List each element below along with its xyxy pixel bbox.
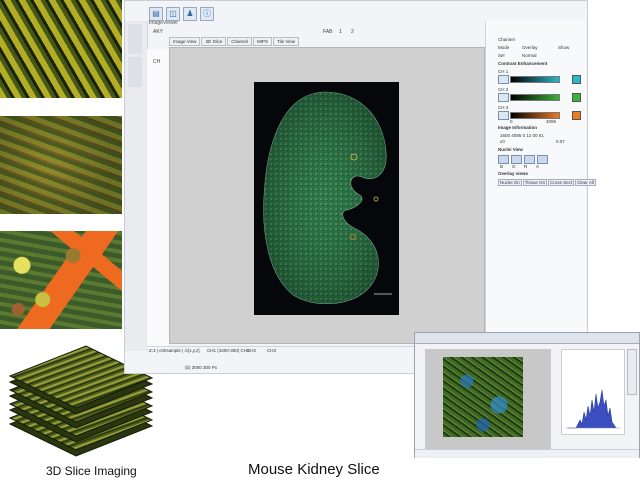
top-toolbar: ▤ ◫ ♟ ⓘ [149,7,214,21]
histogram-area [568,389,617,429]
tab-aky[interactable]: AKY [153,29,163,35]
image-info-title: Image Information [498,125,538,130]
status-sub: (b) 3000 300 Px [185,365,218,370]
tab-mips[interactable]: MIPS [252,37,272,46]
ch3-label: CH 3 [498,105,509,110]
save-icon[interactable]: ◫ [166,7,180,21]
inset-titlebar [415,333,639,344]
ch1-gradient-slider[interactable] [510,76,560,83]
contrast-title: Contrast Enhancement [498,61,548,66]
microscopy-thumbnail-3 [0,231,122,329]
palette-button[interactable] [537,155,548,164]
cross-sect-button[interactable]: Cross Sect [548,179,575,186]
tab-1[interactable]: 1 [339,29,342,35]
nuclei-view-title: Nuclei View [498,147,523,152]
right-panel: Channel Mode Overlay Sel Normal Show Con… [485,21,596,353]
palette-r: R [524,164,528,169]
ch3-visibility-button[interactable] [498,111,509,120]
sel-label: Sel [498,53,505,58]
ch2-visibility-button[interactable] [498,93,509,102]
inset-tissue-image [443,357,523,437]
image-info-scale: 0.07 [556,139,565,144]
app-window: ▤ ◫ ♟ ⓘ ImageViewer AKY FAB 1 2 CH Image… [124,0,596,374]
overlay-title: Overlay views [498,171,529,176]
rail-block [128,57,142,87]
tab-channel[interactable]: Channel [227,37,252,46]
overlay-buttons: Nuclei On Tissue On Cross Sect Clear All [498,179,596,186]
range-low-value: 0 [510,119,513,124]
rail-block [128,24,142,54]
display-section-title: Channel [498,37,515,42]
kidney-shading [263,92,387,304]
ch2-color-swatch[interactable] [572,93,581,102]
tab-fab[interactable]: FAB [323,29,332,35]
ch3-gradient-slider[interactable] [510,112,560,119]
channel-label: CH [153,59,161,65]
tab-tile-view[interactable]: Tile View [272,37,299,46]
kidney-slice [263,91,392,304]
range-high-value: 4095 [546,119,557,124]
ch2-gradient-slider[interactable] [510,94,560,101]
palette-button[interactable] [524,155,535,164]
caption-3d-slice: 3D Slice Imaging [46,464,137,478]
ch3-color-swatch[interactable] [572,111,581,120]
user-icon[interactable]: ♟ [183,7,197,21]
image-canvas[interactable] [169,47,485,344]
inset-screenshot [414,332,640,458]
ch1-color-swatch[interactable] [572,75,581,84]
microscopy-thumbnail-1 [0,0,122,98]
palette-button[interactable] [511,155,522,164]
inset-canvas [425,349,551,449]
info-icon[interactable]: ⓘ [200,7,214,21]
inset-histogram [561,349,625,435]
tissue-on-button[interactable]: Tissue On [522,179,548,186]
tab-2[interactable]: 2 [351,29,354,35]
open-folder-icon[interactable]: ▤ [149,7,163,21]
clear-all-button[interactable]: Clear All [575,179,596,186]
palette-button[interactable] [498,155,509,164]
palette-a: A [536,164,540,169]
ch2-label: CH 2 [498,87,509,92]
left-rail [125,21,148,351]
window-title: ImageViewer [149,20,179,26]
palette-b: B [500,164,504,169]
mode-label: Mode [498,45,510,50]
image-info-line: 1600 4095 0 12 00 01 [500,133,544,138]
ch1-label: CH 1 [498,69,509,74]
microscopy-thumbnail-2 [0,116,122,214]
palette-g: G [512,164,516,169]
tab-image-view[interactable]: Image View [169,37,201,46]
palette-buttons [498,155,548,164]
status-mid: CH2 [247,348,257,353]
show-toggle[interactable]: Show [558,45,569,50]
inset-statusbar [415,449,639,458]
inset-side-panel [627,349,637,395]
nuclei-on-button[interactable]: Nuclei On [498,179,522,186]
status-right: CH3 [267,348,277,353]
caption-mouse-kidney: Mouse Kidney Slice [248,461,380,478]
viewer-tabs: Image View 3D Slice Channel MIPS Tile Vi… [169,37,300,46]
status-left: Z:3 | ctrl/sample | /c[x,y,z] [149,348,200,353]
kidney-image[interactable] [254,82,399,315]
ch1-visibility-button[interactable] [498,75,509,84]
sel-select[interactable]: Normal [522,53,537,58]
mode-select[interactable]: Overlay [522,45,538,50]
image-info-zoom: x0 [500,139,505,144]
marker [373,196,379,202]
status-coords: CH1 (1600-300) CH3 [207,348,250,353]
left-panel: CH [147,49,169,349]
histogram-graphic [566,389,620,429]
tab-3d-slice[interactable]: 3D Slice [201,37,227,46]
